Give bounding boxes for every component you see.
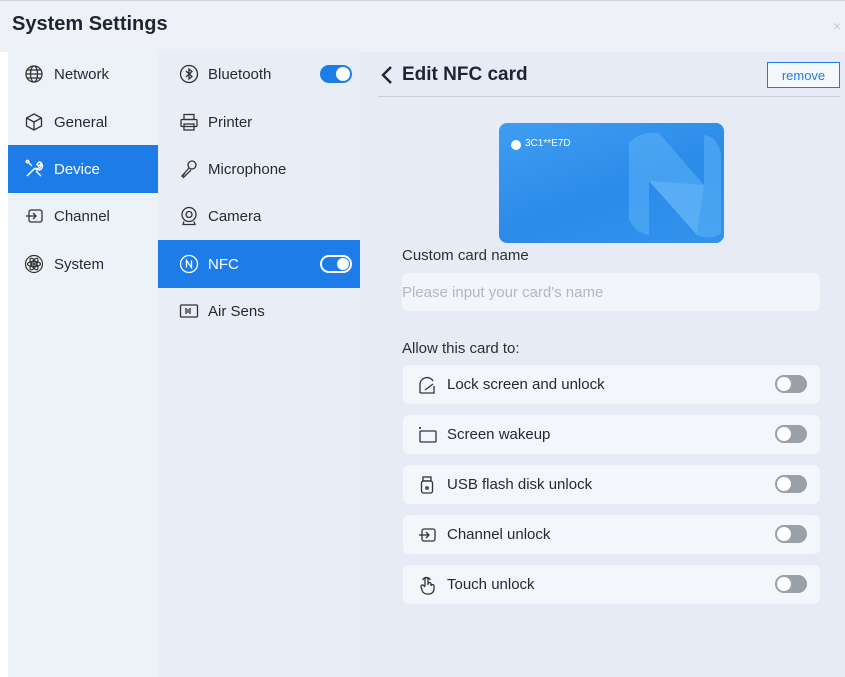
category-item-network[interactable]: Network	[8, 50, 158, 98]
nfc-toggle[interactable]	[320, 255, 352, 273]
air-sensor-icon	[179, 301, 199, 321]
camera-icon	[179, 206, 199, 226]
category-item-device[interactable]: Device	[8, 145, 158, 193]
back-chevron-icon[interactable]	[380, 64, 394, 86]
nfc-card-preview: 3C1**E7D	[499, 123, 724, 243]
category-item-general[interactable]: General	[8, 98, 158, 146]
allow-label: Allow this card to:	[402, 340, 520, 357]
device-label: Printer	[208, 113, 253, 131]
category-label: System	[54, 255, 105, 273]
device-label: Air Sens	[208, 302, 265, 320]
lock-screen-toggle[interactable]	[775, 375, 807, 393]
permission-row-lock-screen[interactable]: Lock screen and unlock	[403, 365, 820, 404]
card-number: 3C1**E7D	[525, 138, 571, 149]
remove-button[interactable]: remove	[767, 62, 840, 88]
channel-icon	[24, 206, 44, 226]
channel-icon	[417, 525, 437, 545]
device-label: NFC	[208, 255, 239, 273]
touch-toggle[interactable]	[775, 575, 807, 593]
device-item-bluetooth[interactable]: Bluetooth	[158, 50, 360, 98]
close-icon[interactable]: ×	[833, 19, 845, 33]
category-label: Network	[54, 65, 110, 83]
usb-toggle[interactable]	[775, 475, 807, 493]
header-divider	[378, 96, 840, 97]
channel-toggle[interactable]	[775, 525, 807, 543]
touch-icon	[417, 575, 437, 595]
tools-icon	[24, 159, 44, 179]
category-item-channel[interactable]: Channel	[8, 192, 158, 240]
permission-label: Touch unlock	[447, 576, 535, 593]
category-label: General	[54, 113, 108, 131]
permission-label: Lock screen and unlock	[447, 376, 605, 393]
screen-wakeup-toggle[interactable]	[775, 425, 807, 443]
device-label: Camera	[208, 207, 262, 225]
device-item-nfc[interactable]: NFC	[158, 240, 360, 288]
permission-label: Channel unlock	[447, 526, 551, 543]
bluetooth-icon	[179, 64, 199, 84]
device-item-air-sens[interactable]: Air Sens	[158, 287, 360, 335]
usb-icon	[417, 475, 437, 495]
globe-icon	[24, 64, 44, 84]
detail-header: Edit NFC card	[380, 60, 528, 90]
page-title: Edit NFC card	[402, 64, 528, 85]
device-label: Bluetooth	[208, 65, 272, 83]
card-status-dot	[511, 140, 521, 150]
bluetooth-toggle[interactable]	[320, 65, 352, 83]
device-item-camera[interactable]: Camera	[158, 192, 360, 240]
device-item-printer[interactable]: Printer	[158, 98, 360, 146]
screen-wakeup-icon	[417, 425, 437, 445]
permission-row-usb[interactable]: USB flash disk unlock	[403, 465, 820, 504]
card-name-input[interactable]	[402, 283, 820, 301]
permission-label: Screen wakeup	[447, 426, 551, 443]
lock-screen-icon	[417, 375, 437, 395]
nfc-icon	[179, 254, 199, 274]
title-bar: System Settings ×	[0, 0, 845, 52]
permission-row-screen-wakeup[interactable]: Screen wakeup	[403, 415, 820, 454]
custom-name-label: Custom card name	[402, 247, 529, 264]
permission-row-touch[interactable]: Touch unlock	[403, 565, 820, 604]
cube-icon	[24, 112, 44, 132]
device-item-microphone[interactable]: Microphone	[158, 145, 360, 193]
category-label: Device	[54, 160, 100, 178]
category-label: Channel	[54, 207, 110, 225]
microphone-icon	[179, 159, 199, 179]
card-name-field[interactable]	[402, 273, 820, 311]
atom-icon	[24, 254, 44, 274]
window-title: System Settings	[12, 13, 168, 35]
permission-row-channel[interactable]: Channel unlock	[403, 515, 820, 554]
printer-icon	[179, 112, 199, 132]
permission-label: USB flash disk unlock	[447, 476, 593, 493]
category-item-system[interactable]: System	[8, 240, 158, 288]
device-label: Microphone	[208, 160, 287, 178]
